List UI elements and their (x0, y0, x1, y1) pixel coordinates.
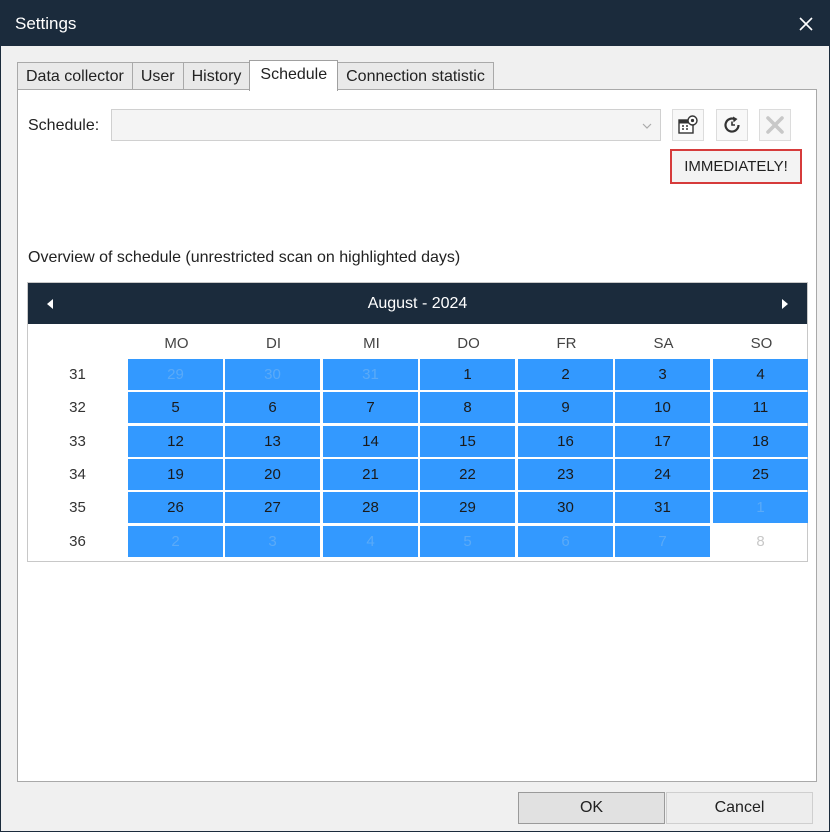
close-button[interactable] (783, 1, 829, 46)
tab-data-collector[interactable]: Data collector (17, 62, 133, 90)
cancel-button[interactable]: Cancel (666, 792, 813, 824)
schedule-panel: Schedule: IMMEDIATELY! Overview of sched… (17, 89, 817, 782)
calendar-day[interactable]: 29 (420, 492, 515, 524)
calendar-day[interactable]: 23 (518, 458, 613, 490)
delete-schedule-icon (766, 116, 784, 134)
calendar-day[interactable]: 1 (713, 492, 808, 524)
weekday-header: SA (653, 335, 674, 352)
immediately-badge: IMMEDIATELY! (670, 149, 802, 184)
ok-button[interactable]: OK (518, 792, 665, 824)
calendar-day[interactable]: 30 (518, 492, 613, 524)
calendar-day[interactable]: 5 (420, 525, 515, 557)
calendar-day[interactable]: 5 (128, 392, 223, 424)
calendar-day[interactable]: 2 (518, 359, 613, 390)
calendar-day[interactable]: 15 (420, 425, 515, 457)
overview-label: Overview of schedule (unrestricted scan … (28, 249, 461, 266)
weekday-header: DO (457, 335, 480, 352)
calendar-day[interactable]: 31 (323, 359, 418, 390)
calendar-day[interactable]: 30 (225, 359, 320, 390)
calendar: August - 2024 MO DI MI DO FR SA SO 31 29 30 31 1 2 3 4… (27, 282, 808, 562)
calendar-day[interactable]: 29 (128, 359, 223, 390)
calendar-day[interactable]: 9 (518, 392, 613, 424)
schedule-settings-button[interactable] (672, 109, 704, 141)
tab-connection-statistic[interactable]: Connection statistic (337, 62, 494, 90)
calendar-day[interactable]: 12 (128, 425, 223, 457)
tab-history[interactable]: History (182, 62, 251, 90)
calendar-day[interactable]: 28 (323, 492, 418, 524)
calendar-day[interactable]: 1 (420, 359, 515, 390)
calendar-day[interactable]: 6 (518, 525, 613, 557)
calendar-day[interactable]: 27 (225, 492, 320, 524)
calendar-day[interactable]: 21 (323, 458, 418, 490)
calendar-day[interactable]: 22 (420, 458, 515, 490)
calendar-day[interactable]: 20 (225, 458, 320, 490)
calendar-day[interactable]: 10 (615, 392, 710, 424)
calendar-day[interactable]: 18 (713, 425, 808, 457)
calendar-day[interactable]: 7 (615, 525, 710, 557)
calendar-day[interactable]: 3 (225, 525, 320, 557)
refresh-schedule-button[interactable] (716, 109, 748, 141)
schedule-select[interactable] (111, 109, 661, 141)
calendar-day[interactable]: 19 (128, 458, 223, 490)
tab-user[interactable]: User (131, 62, 184, 90)
calendar-header: August - 2024 (28, 283, 807, 324)
calendar-day[interactable]: 3 (615, 359, 710, 390)
weekday-header: SO (750, 335, 773, 352)
week-number: 32 (69, 399, 86, 417)
calendar-day[interactable]: 7 (323, 392, 418, 424)
week-number: 34 (69, 465, 86, 483)
weekday-header: MI (363, 335, 380, 352)
week-number: 31 (69, 366, 86, 383)
calendar-day[interactable]: 16 (518, 425, 613, 457)
week-number: 35 (69, 499, 86, 517)
next-month-button[interactable] (765, 283, 805, 324)
calendar-day[interactable]: 6 (225, 392, 320, 424)
calendar-day[interactable]: 11 (713, 392, 808, 424)
calendar-day[interactable]: 25 (713, 458, 808, 490)
calendar-day[interactable]: 14 (323, 425, 418, 457)
chevron-down-icon (642, 123, 652, 129)
week-number: 33 (69, 432, 86, 450)
calendar-day[interactable]: 2 (128, 525, 223, 557)
refresh-schedule-icon (724, 116, 740, 133)
weekday-header: DI (266, 335, 281, 352)
calendar-day[interactable]: 4 (713, 359, 808, 390)
calendar-month-title: August - 2024 (367, 295, 468, 312)
weekday-header: FR (556, 335, 577, 352)
tab-strip: Data collector User History Schedule Con… (17, 60, 494, 91)
calendar-day[interactable]: 13 (225, 425, 320, 457)
calendar-day[interactable]: 4 (323, 525, 418, 557)
settings-window: Settings Data collector User History Sch… (0, 0, 830, 832)
tab-schedule[interactable]: Schedule (249, 60, 339, 91)
week-number: 36 (69, 532, 86, 550)
title-bar: Settings (1, 1, 829, 46)
weekday-header: MO (164, 335, 189, 352)
calendar-day[interactable]: 31 (615, 492, 710, 524)
window-title: Settings (15, 14, 77, 33)
delete-schedule-button[interactable] (759, 109, 791, 141)
calendar-day[interactable]: 8 (420, 392, 515, 424)
schedule-label: Schedule: (28, 117, 100, 134)
close-icon (799, 16, 813, 31)
calendar-day[interactable]: 8 (713, 526, 808, 557)
triangle-right-icon (782, 298, 788, 309)
schedule-settings-icon (678, 115, 698, 134)
calendar-day[interactable]: 24 (615, 458, 710, 490)
calendar-day[interactable]: 26 (128, 492, 223, 524)
calendar-day[interactable]: 17 (615, 425, 710, 457)
